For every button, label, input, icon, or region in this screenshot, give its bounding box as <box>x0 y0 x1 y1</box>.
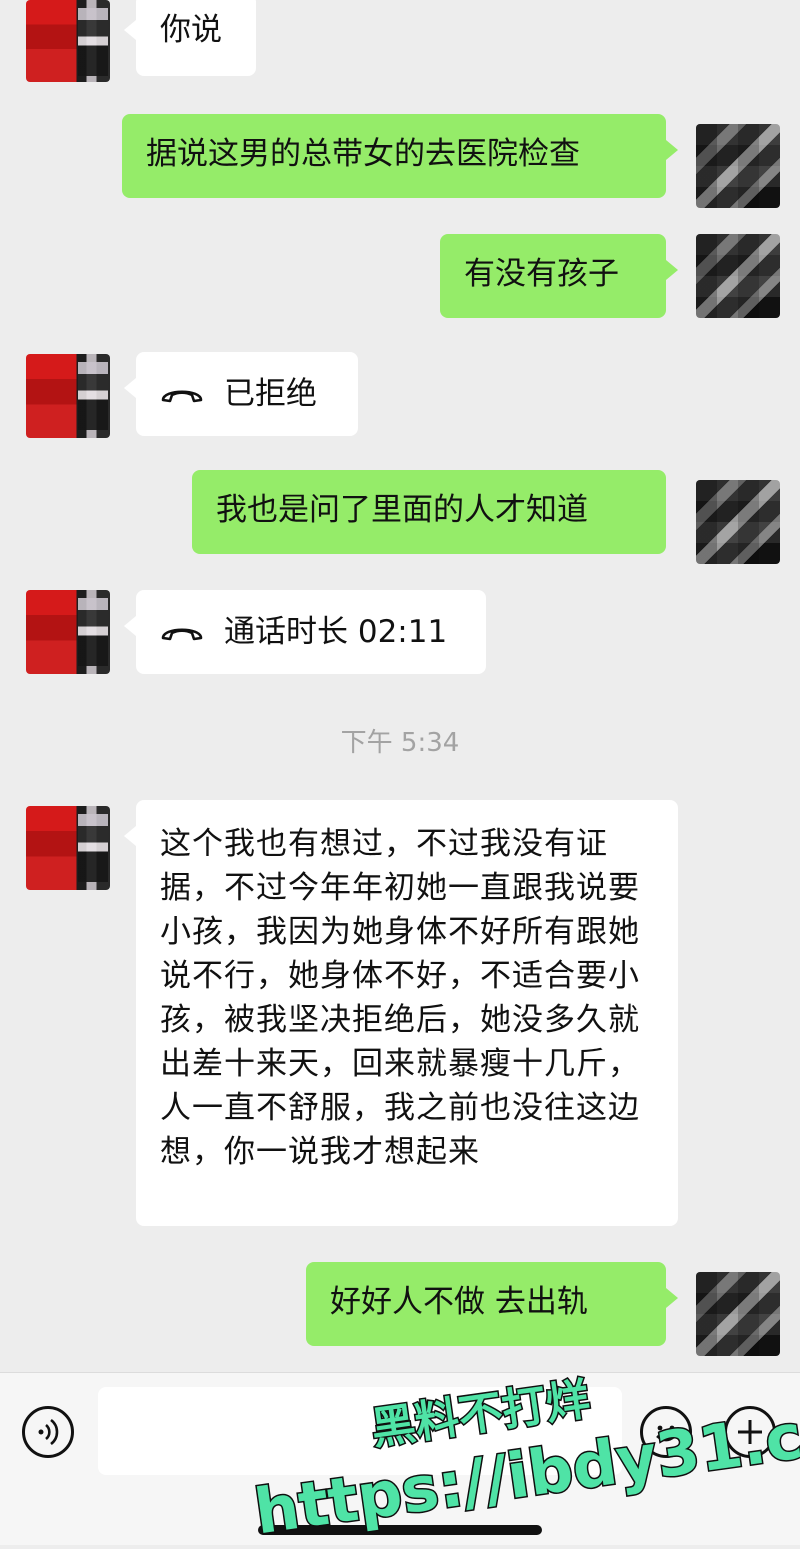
message-text: 据说这男的总带女的去医院检查 <box>146 136 580 172</box>
call-record-bubble[interactable]: 已拒绝 <box>124 352 358 436</box>
phone-hangup-icon <box>161 390 203 403</box>
message-bubble-outgoing[interactable]: 我也是问了里面的人才知道 <box>192 470 666 554</box>
message-bubble-outgoing[interactable]: 有没有孩子 <box>440 234 678 318</box>
call-status-text: 已拒绝 <box>224 376 317 412</box>
phone-hangup-icon <box>161 628 203 641</box>
message-bubble-incoming[interactable]: 你说 <box>124 0 256 76</box>
message-bubble-outgoing[interactable]: 好好人不做 去出轨 <box>306 1262 678 1346</box>
voice-wave-icon <box>38 1418 59 1446</box>
message-text: 你说 <box>160 12 222 48</box>
contact-avatar[interactable] <box>26 0 110 82</box>
contact-avatar[interactable] <box>26 806 110 890</box>
message-text: 好好人不做 去出轨 <box>330 1284 588 1320</box>
contact-avatar[interactable] <box>26 590 110 674</box>
user-avatar[interactable] <box>696 480 780 564</box>
voice-icon[interactable] <box>22 1406 74 1458</box>
message-bubble-outgoing[interactable]: 据说这男的总带女的去医院检查 <box>122 114 678 198</box>
call-duration-text: 通话时长 02:11 <box>224 614 448 650</box>
message-text: 这个我也有想过，不过我没有证据，不过今年年初她一直跟我说要小孩，我因为她身体不好… <box>160 826 640 1170</box>
user-avatar[interactable] <box>696 234 780 318</box>
chat-area[interactable]: 你说 据说这男的总带女的去医院检查 有没有孩子 已拒绝 我也是问了里面的人才知道… <box>0 0 800 1372</box>
contact-avatar[interactable] <box>26 354 110 438</box>
message-text: 有没有孩子 <box>464 256 619 292</box>
call-record-bubble[interactable]: 通话时长 02:11 <box>124 590 486 674</box>
message-timestamp: 下午 5:34 <box>340 728 460 758</box>
message-text: 我也是问了里面的人才知道 <box>216 492 588 528</box>
user-avatar[interactable] <box>696 124 780 208</box>
message-bubble-incoming[interactable]: 这个我也有想过，不过我没有证据，不过今年年初她一直跟我说要小孩，我因为她身体不好… <box>124 800 678 1226</box>
user-avatar[interactable] <box>696 1272 780 1356</box>
